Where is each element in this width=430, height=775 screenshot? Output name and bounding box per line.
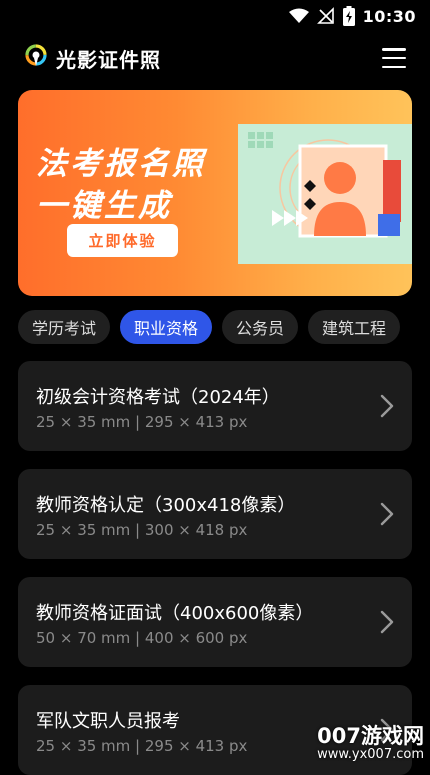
list-item-title: 教师资格认定（300x418像素） <box>36 495 296 516</box>
category-tabs: 学历考试 职业资格 公务员 建筑工程 <box>18 310 430 344</box>
watermark-title: 007游戏网 <box>317 723 424 748</box>
list-item-title: 军队文职人员报考 <box>36 711 180 732</box>
chevron-right-icon <box>380 502 394 530</box>
list-item-size: 25 × 35 mm | 300 × 418 px <box>36 521 248 539</box>
list-item-size: 25 × 35 mm | 295 × 413 px <box>36 413 248 431</box>
chevron-right-icon <box>380 610 394 638</box>
status-time: 10:30 <box>362 6 416 26</box>
battery-charging-icon <box>342 6 355 26</box>
no-signal-icon <box>316 7 335 25</box>
site-watermark: 007游戏网 www.yx007.com <box>317 723 424 762</box>
banner-headline: 法考报名照 <box>36 146 206 182</box>
list-item-title: 初级会计资格考试（2024年） <box>36 387 280 408</box>
list-item[interactable]: 初级会计资格考试（2024年） 25 × 35 mm | 295 × 413 p… <box>18 361 412 451</box>
tab-gongwuyuan[interactable]: 公务员 <box>222 310 299 344</box>
banner-subheadline: 一键生成 <box>36 188 172 224</box>
banner-cta-button[interactable]: 立即体验 <box>67 224 178 257</box>
list-item-size: 50 × 70 mm | 400 × 600 px <box>36 629 248 647</box>
list-item-size: 25 × 35 mm | 295 × 413 px <box>36 737 248 755</box>
app-logo-icon <box>24 44 48 72</box>
list-item[interactable]: 教师资格认定（300x418像素） 25 × 35 mm | 300 × 418… <box>18 469 412 559</box>
promo-banner[interactable]: 法考报名照 一键生成 立即体验 <box>18 90 412 296</box>
status-bar: 10:30 <box>0 0 430 32</box>
list-item-title: 教师资格证面试（400x600像素） <box>36 603 314 624</box>
menu-icon <box>382 48 406 51</box>
tab-zhiye[interactable]: 职业资格 <box>120 310 213 344</box>
watermark-url: www.yx007.com <box>317 746 424 762</box>
banner-illustration <box>238 120 412 274</box>
tab-xueli[interactable]: 学历考试 <box>18 310 111 344</box>
wifi-icon <box>288 8 309 24</box>
list-item[interactable]: 教师资格证面试（400x600像素） 50 × 70 mm | 400 × 60… <box>18 577 412 667</box>
app-bar: 光影证件照 <box>0 36 430 80</box>
tab-jianzhu[interactable]: 建筑工程 <box>308 310 401 344</box>
app-title: 光影证件照 <box>56 47 161 72</box>
chevron-right-icon <box>380 394 394 422</box>
menu-button[interactable] <box>382 48 406 68</box>
